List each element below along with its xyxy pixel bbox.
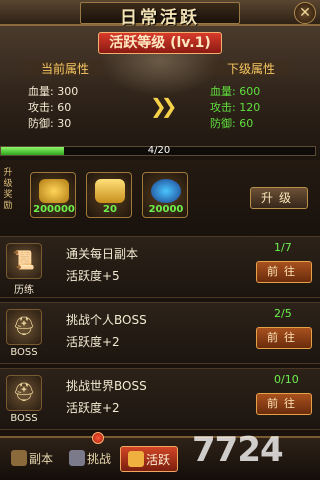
next-defense: 防御: 60 <box>210 117 254 130</box>
activity-progress-bar: 4/20 <box>0 145 316 156</box>
current-attack: 攻击: 60 <box>28 101 72 114</box>
current-attrs: 血量: 300 攻击: 60 防御: 30 <box>28 84 78 132</box>
task-progress: 0/10 <box>274 373 299 386</box>
task-name: 通关每日副本 <box>66 247 139 261</box>
double-arrow-right-icon: ❯❯ <box>150 94 178 118</box>
task-name: 挑战世界BOSS <box>66 379 147 393</box>
reward-item[interactable]: 20 <box>86 172 132 218</box>
level-banner: 活跃等级 (lv.1) 当前属性 下级属性 血量: 300 攻击: 60 防御:… <box>0 26 320 162</box>
gold-ingot-icon <box>95 179 125 203</box>
task-row: 📜 历练 通关每日副本 活跃度+5 1/7 前往 <box>0 236 320 298</box>
page-title: 日常活跃 <box>80 2 240 28</box>
current-attrs-heading: 当前属性 <box>10 60 120 76</box>
current-hp: 血量: 300 <box>28 85 79 98</box>
current-defense: 防御: 30 <box>28 117 72 130</box>
notification-dot <box>92 432 104 444</box>
flame-icon <box>127 451 144 467</box>
task-progress: 2/5 <box>274 307 292 320</box>
go-button[interactable]: 前往 <box>256 327 312 349</box>
close-icon: ✕ <box>299 5 311 21</box>
tab-dungeon[interactable]: 副本 <box>4 446 60 472</box>
task-progress: 1/7 <box>274 241 292 254</box>
upgrade-button[interactable]: 升级 <box>250 187 308 209</box>
upgrade-rewards: 升级奖励 200000 20 20000 升级 <box>0 160 320 230</box>
task-reward: 活跃度+2 <box>66 335 120 349</box>
task-reward: 活跃度+2 <box>66 401 120 415</box>
watermark: 7724 <box>192 430 284 470</box>
gold-coins-icon <box>39 179 69 203</box>
boss-helmet-icon: ⛑ <box>6 309 42 345</box>
task-icon-label: BOSS <box>10 413 38 424</box>
go-button[interactable]: 前往 <box>256 261 312 283</box>
activity-progress-text: 4/20 <box>147 145 171 156</box>
tab-label: 挑战 <box>86 452 111 466</box>
reward-item[interactable]: 20000 <box>142 172 188 218</box>
task-name: 挑战个人BOSS <box>66 313 147 327</box>
close-button[interactable]: ✕ <box>294 2 316 24</box>
boss-helmet-icon: ⛑ <box>6 375 42 411</box>
activity-level-badge: 活跃等级 (lv.1) <box>98 32 222 54</box>
tab-activity[interactable]: 活跃 <box>120 446 178 472</box>
tab-label: 活跃 <box>145 453 170 467</box>
go-button[interactable]: 前往 <box>256 393 312 415</box>
task-row: ⛑ BOSS 挑战世界BOSS 活跃度+2 0/10 前往 <box>0 368 320 430</box>
next-attrs: 血量: 600 攻击: 120 防御: 60 <box>210 84 260 132</box>
tab-label: 副本 <box>28 452 53 466</box>
task-icon-label: BOSS <box>10 347 38 358</box>
next-attrs-heading: 下级属性 <box>196 60 306 76</box>
task-icon-label: 历练 <box>14 285 34 296</box>
task-reward: 活跃度+5 <box>66 269 120 283</box>
dungeon-icon <box>10 450 27 466</box>
task-row: ⛑ BOSS 挑战个人BOSS 活跃度+2 2/5 前往 <box>0 302 320 364</box>
next-hp: 血量: 600 <box>210 85 261 98</box>
scroll-icon: 📜 <box>6 243 42 279</box>
reward-count: 20 <box>103 204 117 215</box>
swords-icon <box>68 450 85 466</box>
title-bar: 日常活跃 ✕ <box>0 0 320 28</box>
reward-count: 20000 <box>148 204 184 215</box>
exp-orb-icon <box>151 179 181 203</box>
rewards-side-label: 升级奖励 <box>3 168 13 211</box>
reward-item[interactable]: 200000 <box>30 172 76 218</box>
next-attack: 攻击: 120 <box>210 101 261 114</box>
reward-count: 200000 <box>33 204 75 215</box>
tab-challenge[interactable]: 挑战 <box>62 446 118 472</box>
